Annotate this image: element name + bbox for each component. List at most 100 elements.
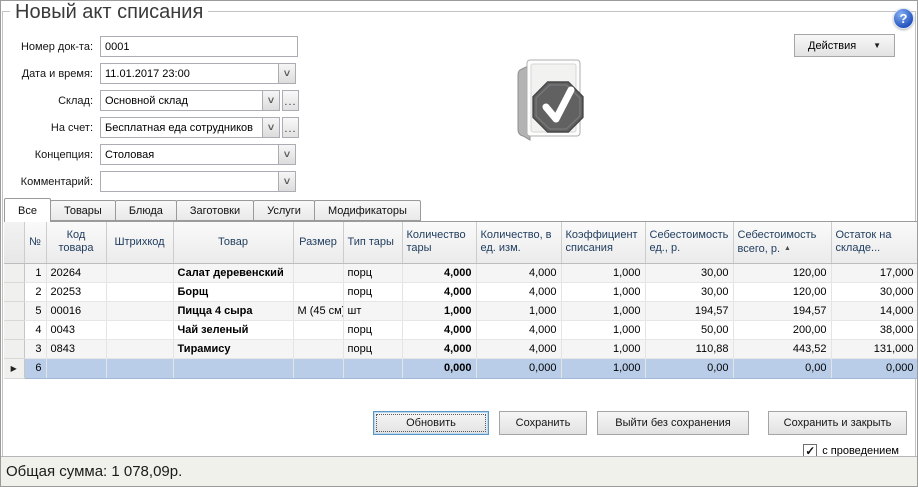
refresh-button[interactable]: Обновить — [373, 411, 489, 435]
col-size[interactable]: Размер — [293, 222, 343, 263]
tab-dishes[interactable]: Блюда — [115, 200, 177, 221]
save-and-close-button[interactable]: Сохранить и закрыть — [768, 411, 907, 435]
cell-barcode[interactable] — [106, 320, 173, 339]
cell-product[interactable]: Тирамису — [173, 339, 293, 358]
row-selector-cell[interactable] — [4, 320, 24, 339]
warehouse-ellipsis-button[interactable]: ... — [282, 90, 299, 111]
chevron-down-icon[interactable]: ˅ — [262, 118, 279, 137]
table-row[interactable]: 4 0043 Чай зеленый порц 4,000 4,000 1,00… — [4, 320, 917, 339]
col-num[interactable]: № — [24, 222, 46, 263]
cell-product[interactable]: Чай зеленый — [173, 320, 293, 339]
col-code[interactable]: Код товара — [46, 222, 106, 263]
cell-qty-units[interactable]: 1,000 — [476, 301, 561, 320]
caret-down-icon: ▼ — [873, 41, 881, 50]
cell-cost-unit: 30,00 — [645, 263, 733, 282]
col-cost-unit[interactable]: Себестоимость ед., р. — [645, 222, 733, 263]
cell-code[interactable]: 20264 — [46, 263, 106, 282]
cell-qty[interactable]: 0,000 — [402, 358, 476, 378]
cell-qty[interactable]: 4,000 — [402, 339, 476, 358]
row-selector-cell[interactable] — [4, 339, 24, 358]
cell-qty[interactable]: 4,000 — [402, 263, 476, 282]
col-cost-total[interactable]: Себестоимость всего, р.▲ — [733, 222, 831, 263]
exit-without-saving-button[interactable]: Выйти без сохранения — [597, 411, 749, 435]
cell-container[interactable]: порц — [343, 282, 402, 301]
cell-coeff[interactable]: 1,000 — [561, 263, 645, 282]
table-row[interactable]: 3 0843 Тирамису порц 4,000 4,000 1,000 1… — [4, 339, 917, 358]
cell-product[interactable]: Салат деревенский — [173, 263, 293, 282]
cell-size[interactable] — [293, 358, 343, 378]
cell-container[interactable]: порц — [343, 339, 402, 358]
warehouse-combo[interactable]: Основной склад ˅ — [100, 90, 280, 111]
account-combo[interactable]: Бесплатная еда сотрудников ˅ — [100, 117, 280, 138]
cell-qty-units[interactable]: 0,000 — [476, 358, 561, 378]
cell-code[interactable]: 0043 — [46, 320, 106, 339]
datetime-combo[interactable]: 11.01.2017 23:00 ˅ — [100, 63, 296, 84]
cell-code[interactable]: 20253 — [46, 282, 106, 301]
cell-qty[interactable]: 1,000 — [402, 301, 476, 320]
chevron-down-icon[interactable]: ˅ — [262, 91, 279, 110]
row-selector-cell[interactable] — [4, 263, 24, 282]
cell-coeff[interactable]: 1,000 — [561, 358, 645, 378]
col-product[interactable]: Товар — [173, 222, 293, 263]
col-container[interactable]: Тип тары — [343, 222, 402, 263]
cell-code[interactable] — [46, 358, 106, 378]
row-selector-cell[interactable] — [4, 282, 24, 301]
cell-barcode[interactable] — [106, 339, 173, 358]
cell-barcode[interactable] — [106, 282, 173, 301]
cell-qty[interactable]: 4,000 — [402, 320, 476, 339]
col-barcode[interactable]: Штрихкод — [106, 222, 173, 263]
cell-size[interactable] — [293, 320, 343, 339]
cell-coeff[interactable]: 1,000 — [561, 301, 645, 320]
row-selector-cell[interactable]: ▶ — [4, 358, 24, 378]
concept-combo[interactable]: Столовая ˅ — [100, 144, 296, 165]
cell-product[interactable] — [173, 358, 293, 378]
cell-coeff[interactable]: 1,000 — [561, 282, 645, 301]
cell-code[interactable]: 0843 — [46, 339, 106, 358]
doc-number-input[interactable]: 0001 — [100, 36, 298, 57]
col-coeff[interactable]: Коэффициент списания — [561, 222, 645, 263]
col-qty-units[interactable]: Количество, в ед. изм. — [476, 222, 561, 263]
cell-qty-units[interactable]: 4,000 — [476, 282, 561, 301]
tab-prepared[interactable]: Заготовки — [176, 200, 254, 221]
chevron-down-icon[interactable]: ˅ — [278, 145, 295, 164]
table-row-selected[interactable]: ▶ 6 0,000 0,000 1,000 0,00 0,00 0,000 — [4, 358, 917, 378]
col-stock[interactable]: Остаток на складе... — [831, 222, 917, 263]
cell-qty[interactable]: 4,000 — [402, 282, 476, 301]
cell-barcode[interactable] — [106, 358, 173, 378]
cell-barcode[interactable] — [106, 301, 173, 320]
actions-button[interactable]: Действия ▼ — [794, 34, 895, 57]
chevron-down-icon[interactable]: ˅ — [278, 172, 295, 191]
cell-container[interactable]: порц — [343, 263, 402, 282]
cell-barcode[interactable] — [106, 263, 173, 282]
cell-coeff[interactable]: 1,000 — [561, 320, 645, 339]
tab-all[interactable]: Все — [4, 198, 51, 222]
help-icon[interactable]: ? — [893, 8, 914, 29]
cell-qty-units[interactable]: 4,000 — [476, 320, 561, 339]
row-selector-cell[interactable] — [4, 301, 24, 320]
chevron-down-icon[interactable]: ˅ — [278, 64, 295, 83]
cell-container[interactable]: шт — [343, 301, 402, 320]
save-button[interactable]: Сохранить — [499, 411, 587, 435]
table-row[interactable]: 5 00016 Пицца 4 сыра М (45 см) шт 1,000 … — [4, 301, 917, 320]
cell-qty-units[interactable]: 4,000 — [476, 339, 561, 358]
table-row[interactable]: 1 20264 Салат деревенский порц 4,000 4,0… — [4, 263, 917, 282]
cell-code[interactable]: 00016 — [46, 301, 106, 320]
cell-coeff[interactable]: 1,000 — [561, 339, 645, 358]
cell-product[interactable]: Борщ — [173, 282, 293, 301]
cell-container[interactable] — [343, 358, 402, 378]
cell-container[interactable]: порц — [343, 320, 402, 339]
comment-combo[interactable]: ˅ — [100, 171, 296, 192]
cell-size[interactable]: М (45 см) — [293, 301, 343, 320]
col-qty[interactable]: Количество тары — [402, 222, 476, 263]
cell-product[interactable]: Пицца 4 сыра — [173, 301, 293, 320]
cell-size[interactable] — [293, 339, 343, 358]
cell-size[interactable] — [293, 282, 343, 301]
cell-size[interactable] — [293, 263, 343, 282]
cell-num: 5 — [24, 301, 46, 320]
tab-services[interactable]: Услуги — [253, 200, 315, 221]
tab-modifiers[interactable]: Модификаторы — [314, 200, 421, 221]
table-row[interactable]: 2 20253 Борщ порц 4,000 4,000 1,000 30,0… — [4, 282, 917, 301]
tab-goods[interactable]: Товары — [50, 200, 116, 221]
cell-qty-units[interactable]: 4,000 — [476, 263, 561, 282]
account-ellipsis-button[interactable]: ... — [282, 117, 299, 138]
